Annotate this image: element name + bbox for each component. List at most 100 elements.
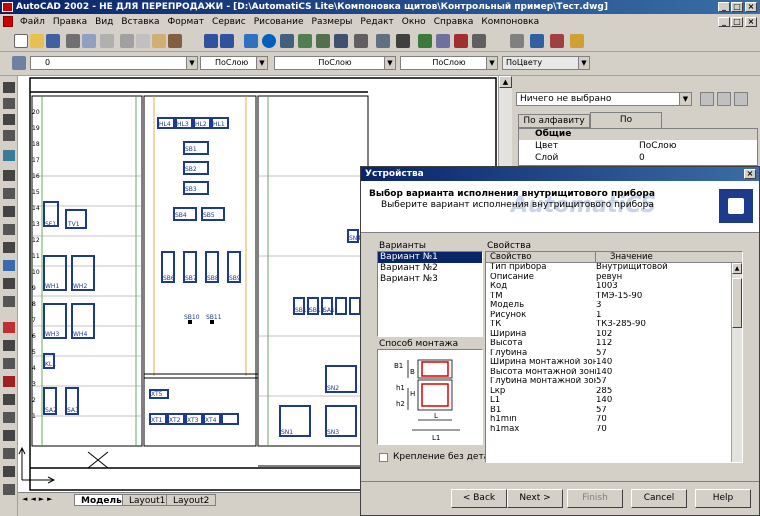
chevron-down-icon[interactable]: ▼ (186, 57, 197, 69)
scroll-thumb[interactable] (732, 278, 742, 328)
color-combo[interactable]: ПоСлою ▼ (200, 56, 268, 70)
new-icon[interactable] (14, 34, 28, 48)
undo-icon[interactable] (204, 34, 218, 48)
spline-icon[interactable] (3, 188, 15, 199)
menu-insert[interactable]: Вставка (117, 17, 163, 27)
menu-file[interactable]: Файл (16, 17, 49, 27)
line-icon[interactable] (3, 82, 15, 93)
menu-help[interactable]: Справка (430, 17, 478, 27)
zoom-realtime-icon[interactable] (418, 34, 432, 48)
tool-icon-a[interactable] (316, 34, 330, 48)
open-icon[interactable] (30, 34, 44, 48)
properties-table[interactable]: Свойство Значение Тип прибора Внутрищитов… (485, 251, 743, 463)
category-general[interactable]: Общие (519, 129, 757, 140)
menu-draw[interactable]: Рисование (250, 17, 308, 27)
linetype-combo[interactable]: ПоСлою ▼ (274, 56, 396, 70)
maximize-button[interactable]: □ (731, 2, 743, 12)
variant-item[interactable]: Вариант №3 (378, 274, 482, 285)
variant-item[interactable]: Вариант №2 (378, 263, 482, 274)
doc-minimize-button[interactable]: _ (718, 17, 730, 27)
today-icon[interactable] (570, 34, 584, 48)
design-center-icon[interactable] (530, 34, 544, 48)
finish-button[interactable]: Finish (567, 489, 623, 508)
save-icon[interactable] (46, 34, 60, 48)
help-button[interactable]: Help (695, 489, 751, 508)
offset-icon[interactable] (3, 376, 15, 387)
ucs-icon[interactable] (354, 34, 368, 48)
select-objects-icon[interactable] (717, 92, 731, 106)
point-icon[interactable] (3, 260, 15, 271)
scroll-up-icon[interactable]: ▲ (499, 76, 512, 88)
copy-icon[interactable] (136, 34, 150, 48)
pickadd-icon[interactable] (734, 92, 748, 106)
make-block-icon[interactable] (3, 242, 15, 253)
lineweight-combo[interactable]: ПоСлою ▼ (400, 56, 498, 70)
layer-tool-icon[interactable] (298, 34, 312, 48)
array-icon[interactable] (3, 394, 15, 405)
mirror-icon[interactable] (3, 358, 15, 369)
cancel-button[interactable]: Cancel (631, 489, 687, 508)
col-property[interactable]: Свойство (486, 252, 596, 262)
zoom-extents-icon[interactable] (472, 34, 486, 48)
zoom-previous-icon[interactable] (454, 34, 468, 48)
stretch-icon[interactable] (3, 466, 15, 477)
zoom-window-icon[interactable] (436, 34, 450, 48)
hyperlink-icon[interactable] (244, 34, 258, 48)
preview-icon[interactable] (82, 34, 96, 48)
tab-categorized[interactable]: По категориям (590, 112, 662, 139)
polyline-icon[interactable] (3, 98, 15, 109)
circle-icon[interactable] (3, 170, 15, 181)
find-icon[interactable] (100, 34, 114, 48)
insert-block-icon[interactable] (3, 224, 15, 235)
properties-icon[interactable] (510, 34, 524, 48)
snap-icon[interactable] (280, 34, 294, 48)
menu-dimension[interactable]: Размеры (308, 17, 357, 27)
rectangle-icon[interactable] (3, 130, 15, 141)
doc-close-button[interactable]: × (745, 17, 757, 27)
tab-nav-arrows-icon[interactable]: ◄◄►► (22, 495, 62, 505)
quick-select-icon[interactable] (700, 92, 714, 106)
no-parts-checkbox[interactable] (379, 453, 388, 462)
next-button[interactable]: Next > (507, 489, 563, 508)
back-button[interactable]: < Back (451, 489, 507, 508)
distance-icon[interactable] (376, 34, 390, 48)
properties-scrollbar[interactable]: ▲ (731, 263, 742, 462)
rotate-icon[interactable] (3, 430, 15, 441)
autocad-app-icon[interactable] (2, 2, 13, 12)
menu-edit[interactable]: Правка (49, 17, 91, 27)
move-icon[interactable] (3, 412, 15, 423)
col-value[interactable]: Значение (596, 252, 742, 262)
tab-layout1[interactable]: Layout1 (122, 494, 173, 506)
prop-value[interactable]: ПоСлою (639, 140, 757, 152)
menu-tools[interactable]: Сервис (208, 17, 250, 27)
print-icon[interactable] (66, 34, 80, 48)
region-icon[interactable] (3, 296, 15, 307)
hatch-icon[interactable] (3, 278, 15, 289)
minimize-button[interactable]: _ (718, 2, 730, 12)
menu-view[interactable]: Вид (91, 17, 117, 27)
tool-palette-icon[interactable] (550, 34, 564, 48)
chevron-down-icon[interactable]: ▼ (578, 57, 589, 69)
prop-value[interactable]: 0 (639, 152, 757, 164)
match-properties-icon[interactable] (168, 34, 182, 48)
trim-icon[interactable] (3, 484, 15, 495)
dialog-close-button[interactable]: × (744, 169, 756, 179)
chevron-down-icon[interactable]: ▼ (679, 93, 691, 105)
copy-object-icon[interactable] (3, 340, 15, 351)
menu-modify[interactable]: Редакт (356, 17, 397, 27)
arc-icon[interactable] (3, 150, 15, 161)
chevron-down-icon[interactable]: ▼ (486, 57, 497, 69)
tab-model[interactable]: Модель (74, 494, 129, 506)
plotstyle-combo[interactable]: ПоЦвету ▼ (502, 56, 590, 70)
menu-format[interactable]: Формат (164, 17, 209, 27)
chevron-down-icon[interactable]: ▼ (384, 57, 395, 69)
menu-window[interactable]: Окно (398, 17, 430, 27)
scale-icon[interactable] (3, 448, 15, 459)
tab-layout2[interactable]: Layout2 (166, 494, 217, 506)
paste-icon[interactable] (152, 34, 166, 48)
cut-icon[interactable] (120, 34, 134, 48)
ellipse-icon[interactable] (3, 206, 15, 217)
layer-manager-icon[interactable] (12, 56, 26, 70)
polygon-icon[interactable] (3, 114, 15, 125)
variant-item[interactable]: Вариант №1 (378, 252, 482, 263)
